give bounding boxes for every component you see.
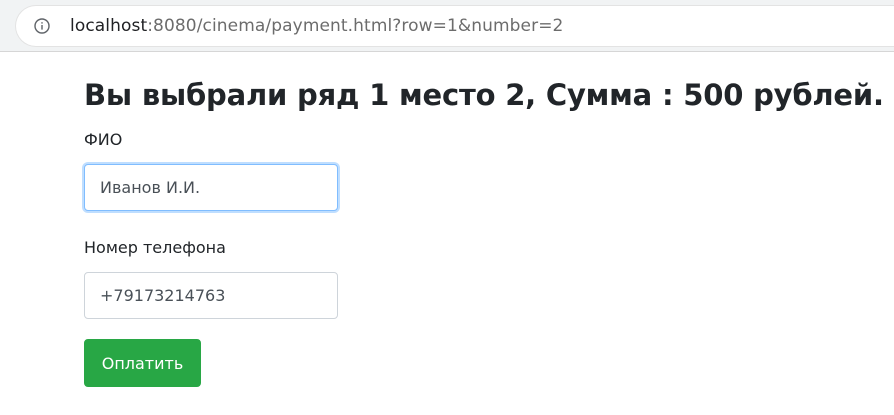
- page-title: Вы выбрали ряд 1 место 2, Сумма : 500 ру…: [84, 78, 884, 112]
- url-host: localhost: [70, 16, 148, 36]
- name-label: ФИО: [84, 130, 123, 149]
- phone-field[interactable]: [84, 272, 338, 319]
- name-field[interactable]: [84, 164, 338, 211]
- url-text[interactable]: localhost:8080/cinema/payment.html?row=1…: [70, 16, 563, 36]
- address-bar[interactable]: localhost:8080/cinema/payment.html?row=1…: [16, 6, 894, 46]
- info-icon[interactable]: [34, 18, 50, 34]
- browser-toolbar: localhost:8080/cinema/payment.html?row=1…: [0, 0, 894, 52]
- phone-label: Номер телефона: [84, 238, 226, 257]
- url-path: :8080/cinema/payment.html?row=1&number=2: [147, 16, 564, 36]
- pay-button[interactable]: Оплатить: [84, 339, 201, 387]
